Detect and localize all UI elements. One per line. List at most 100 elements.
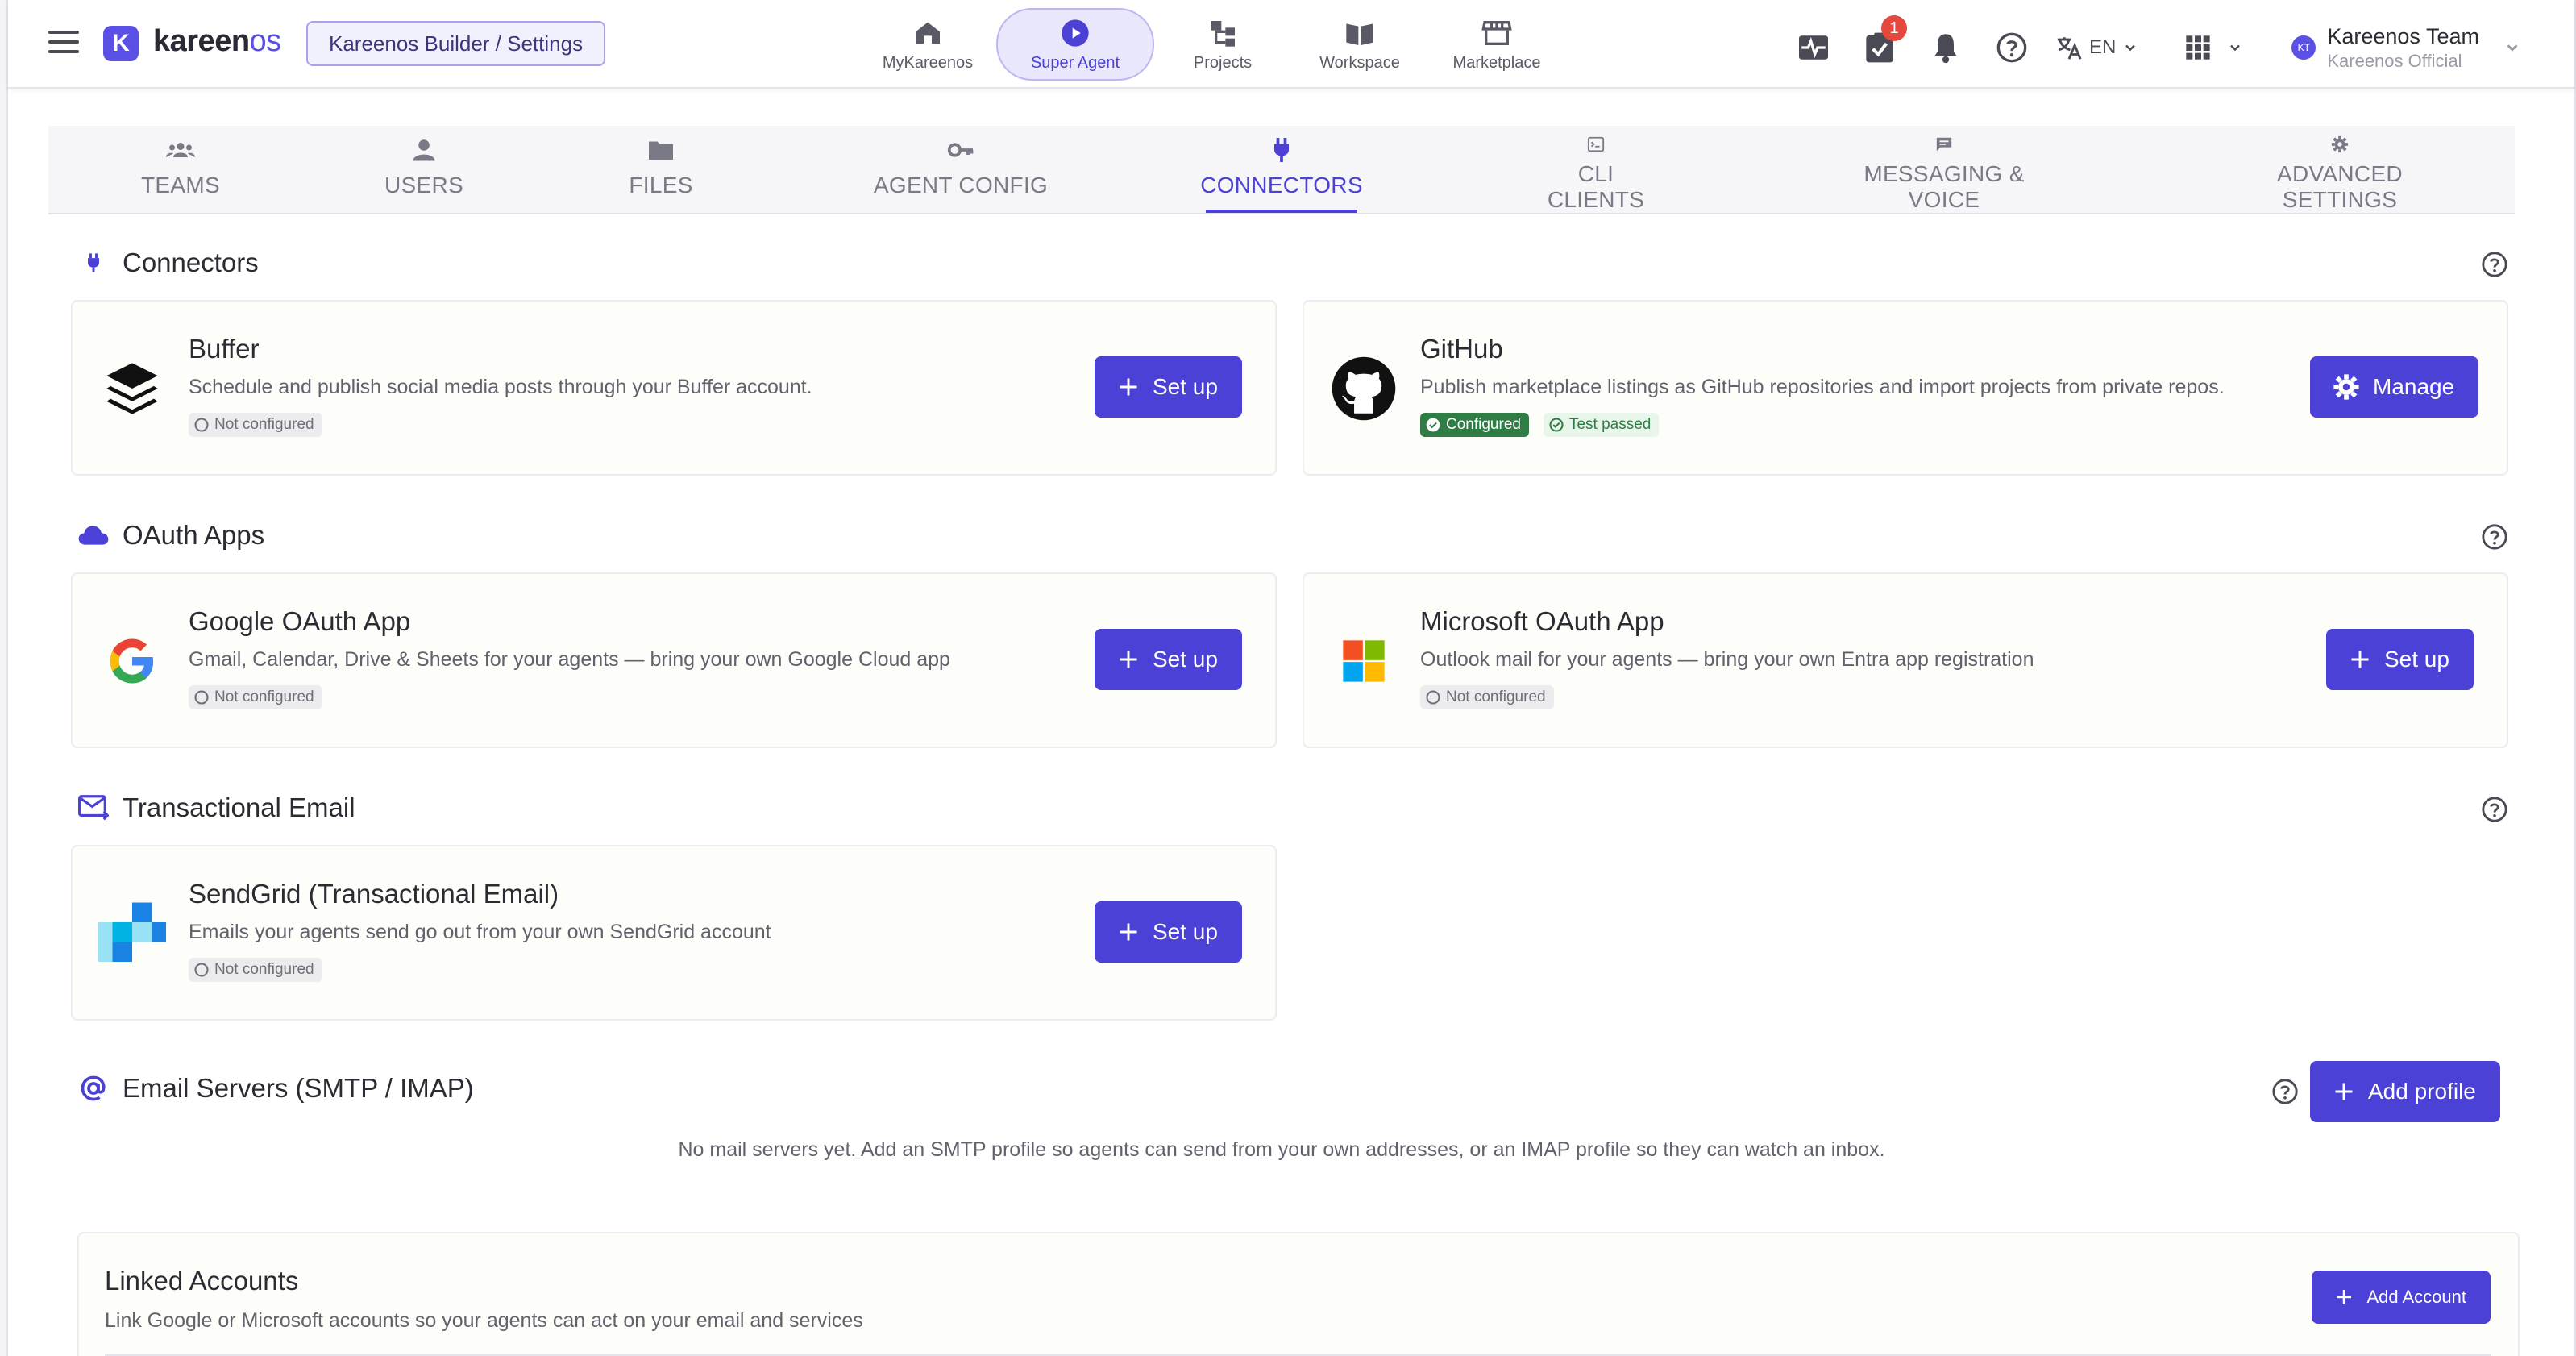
- button-label: Set up: [1153, 647, 1218, 672]
- translate-icon: [2057, 37, 2082, 60]
- chat-icon: [1936, 137, 1952, 152]
- buffer-setup-button[interactable]: Set up: [1095, 356, 1242, 418]
- connector-card-buffer: Buffer Schedule and publish social media…: [71, 300, 1277, 476]
- tab-label: CONNECTORS: [1200, 173, 1363, 198]
- microsoft-setup-button[interactable]: Set up: [2326, 629, 2474, 690]
- menu-icon[interactable]: [48, 31, 79, 55]
- status-label: Not configured: [214, 688, 314, 705]
- tab-label: CLI CLIENTS: [1547, 161, 1645, 212]
- nav-workspace[interactable]: Workspace: [1291, 8, 1428, 81]
- test-badge: Test passed: [1543, 413, 1660, 437]
- check-circle-icon: [1426, 418, 1440, 432]
- add-profile-button[interactable]: Add profile: [2310, 1061, 2500, 1122]
- plus-icon: [1120, 378, 1137, 396]
- circle-outline-icon: [194, 690, 209, 705]
- tasks-button[interactable]: 1: [1857, 15, 1907, 70]
- section-transactional-email: Transactional Email: [77, 792, 355, 824]
- logo-name: kareen: [153, 24, 250, 58]
- button-label: Set up: [2384, 647, 2449, 672]
- grid-icon: [2186, 35, 2211, 60]
- help-circle-icon: [1996, 32, 2027, 63]
- button-label: Set up: [1153, 919, 1218, 944]
- help-icon[interactable]: [2481, 523, 2508, 551]
- circle-outline-icon: [1426, 690, 1440, 705]
- nav-marketplace[interactable]: Marketplace: [1428, 8, 1565, 81]
- gear-icon: [2333, 374, 2359, 400]
- button-label: Set up: [1153, 374, 1218, 399]
- tab-cli-clients[interactable]: CLI CLIENTS: [1531, 135, 1660, 213]
- section-title: OAuth Apps: [123, 520, 265, 550]
- section-title: Connectors: [123, 247, 259, 277]
- google-logo: [97, 626, 168, 697]
- nav-projects[interactable]: Projects: [1154, 8, 1291, 81]
- status-label: Not configured: [1446, 688, 1546, 705]
- apps-menu[interactable]: [2185, 35, 2243, 60]
- help-button[interactable]: [1989, 25, 2034, 70]
- tab-label: AGENT CONFIG: [873, 173, 1049, 198]
- plug-icon: [88, 253, 99, 272]
- section-connectors: Connectors: [77, 247, 259, 279]
- tab-users[interactable]: USERS: [384, 135, 464, 213]
- button-label: Add Account: [2366, 1287, 2466, 1307]
- section-oauth-apps: OAuth Apps: [77, 519, 264, 551]
- tab-messaging-voice[interactable]: MESSAGING & VOICE: [1834, 135, 2054, 213]
- card-description: Gmail, Calendar, Drive & Sheets for your…: [189, 648, 950, 671]
- folder-icon: [649, 141, 673, 160]
- tab-connectors[interactable]: CONNECTORS: [1200, 135, 1363, 213]
- tab-agent-config[interactable]: AGENT CONFIG: [872, 135, 1049, 213]
- notifications-button[interactable]: [1923, 25, 1968, 70]
- store-icon: [1481, 20, 1512, 45]
- help-icon[interactable]: [2481, 796, 2508, 823]
- plus-icon: [1120, 923, 1137, 941]
- terminal-icon: [1587, 136, 1605, 152]
- user-icon: [413, 139, 435, 161]
- sendgrid-setup-button[interactable]: Set up: [1095, 901, 1242, 963]
- home-icon: [916, 22, 940, 44]
- top-nav: MyKareenos Super Agent Projects Workspac…: [859, 8, 1565, 81]
- activity-button[interactable]: [1791, 25, 1836, 70]
- avatar: KT: [2291, 35, 2316, 60]
- card-description: Outlook mail for your agents — bring you…: [1420, 648, 2034, 671]
- user-org: Kareenos Official: [2327, 51, 2462, 71]
- button-label: Add profile: [2368, 1079, 2476, 1104]
- user-name: Kareenos Team: [2327, 24, 2479, 48]
- chevron-down-icon: [2125, 44, 2136, 52]
- status-label: Not configured: [214, 961, 314, 978]
- card-title: Microsoft OAuth App: [1420, 606, 1664, 636]
- help-icon[interactable]: [2271, 1078, 2299, 1105]
- breadcrumb[interactable]: Kareenos Builder / Settings: [306, 21, 606, 66]
- top-bar: K kareenos Kareenos Builder / Settings M…: [8, 0, 2574, 89]
- nav-label: Workspace: [1319, 53, 1400, 72]
- user-menu[interactable]: KT Kareenos Team Kareenos Official: [2291, 23, 2521, 73]
- github-manage-button[interactable]: Manage: [2310, 356, 2479, 418]
- tab-label: TEAMS: [141, 173, 220, 198]
- status-label: Not configured: [214, 416, 314, 433]
- plus-icon: [2335, 1083, 2353, 1100]
- tab-teams[interactable]: TEAMS: [140, 135, 221, 213]
- language-selector[interactable]: EN: [2055, 34, 2145, 61]
- tab-files[interactable]: FILES: [629, 135, 693, 213]
- hierarchy-icon: [1211, 20, 1235, 47]
- sendgrid-logo: [97, 898, 168, 969]
- nav-super-agent[interactable]: Super Agent: [996, 8, 1154, 81]
- logo[interactable]: kareenos: [153, 24, 281, 59]
- card-title: SendGrid (Transactional Email): [189, 879, 559, 909]
- add-account-button[interactable]: Add Account: [2312, 1271, 2491, 1324]
- empty-state-message: No mail servers yet. Add an SMTP profile…: [678, 1138, 1885, 1161]
- tab-advanced-settings[interactable]: ADVANCED SETTINGS: [2225, 135, 2455, 213]
- google-setup-button[interactable]: Set up: [1095, 629, 1242, 690]
- nav-label: Marketplace: [1452, 53, 1541, 72]
- plus-icon: [2351, 651, 2369, 668]
- card-description: Emails your agents send go out from your…: [189, 921, 771, 943]
- plug-icon: [1274, 138, 1289, 162]
- status-badge: Not configured: [189, 958, 322, 982]
- nav-mykareenos[interactable]: MyKareenos: [859, 8, 996, 81]
- key-icon: [947, 143, 974, 157]
- help-icon[interactable]: [2481, 251, 2508, 278]
- book-icon: [1346, 23, 1373, 45]
- microsoft-logo: [1328, 626, 1399, 697]
- gear-icon: [2331, 135, 2349, 153]
- email-card-sendgrid: SendGrid (Transactional Email) Emails yo…: [71, 845, 1277, 1021]
- tab-label: ADVANCED SETTINGS: [2277, 161, 2403, 212]
- card-description: Schedule and publish social media posts …: [189, 376, 812, 398]
